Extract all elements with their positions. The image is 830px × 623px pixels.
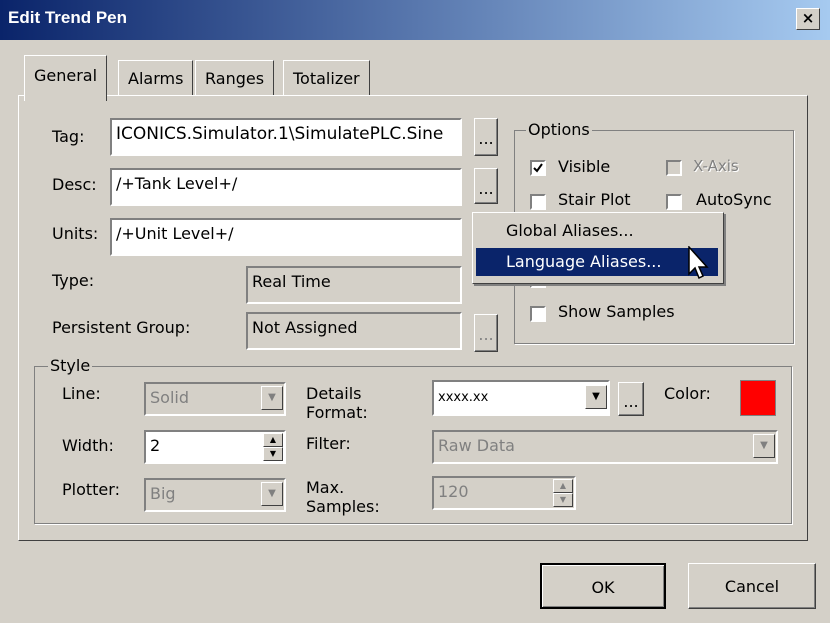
chevron-down-icon[interactable]: ▼ (753, 434, 775, 458)
persistent-group-label: Persistent Group: (52, 318, 191, 337)
filter-label: Filter: (306, 434, 351, 453)
type-label: Type: (52, 271, 95, 290)
desc-field[interactable]: /+Tank Level+/ (110, 168, 462, 206)
desc-browse-button[interactable]: ... (474, 168, 498, 204)
details-format-select[interactable]: xxxx.xx ▼ (432, 380, 610, 416)
menu-item-language-aliases[interactable]: Language Aliases... (476, 248, 718, 276)
line-value: Solid (150, 388, 189, 407)
filter-value: Raw Data (438, 436, 515, 455)
color-label: Color: (664, 384, 711, 403)
tab-general[interactable]: General (24, 55, 108, 101)
persistent-group-field: Not Assigned (246, 312, 462, 350)
width-value: 2 (150, 436, 161, 455)
alias-context-menu: Global Aliases... Language Aliases... (472, 212, 724, 284)
autosync-checkbox[interactable] (666, 194, 682, 210)
persistent-browse-button[interactable]: ... (474, 314, 498, 352)
spin-up-icon[interactable]: ▲ (553, 479, 573, 493)
plotter-select[interactable]: Big ▼ (144, 478, 286, 512)
menu-item-global-aliases[interactable]: Global Aliases... (476, 217, 718, 245)
autosync-label: AutoSync (696, 190, 772, 209)
max-samples-value: 120 (438, 482, 469, 501)
ok-button[interactable]: OK (540, 563, 666, 609)
tag-field[interactable]: ICONICS.Simulator.1\SimulatePLC.Sine (110, 118, 462, 156)
details-format-browse-button[interactable]: ... (618, 382, 644, 416)
checkmark-icon (533, 163, 543, 173)
tab-totalizer[interactable]: Totalizer (283, 60, 370, 96)
desc-label: Desc: (52, 175, 97, 194)
x-axis-label: X-Axis (693, 157, 739, 175)
units-field[interactable]: /+Unit Level+/ (110, 218, 462, 256)
window-title: Edit Trend Pen (8, 8, 128, 27)
visible-checkbox[interactable] (530, 160, 546, 176)
x-axis-checkbox[interactable] (666, 160, 682, 176)
chevron-down-icon[interactable]: ▼ (585, 385, 607, 409)
width-stepper[interactable]: ▲ ▼ (263, 433, 283, 461)
show-samples-checkbox[interactable] (530, 306, 546, 322)
type-field: Real Time (246, 266, 462, 304)
color-swatch[interactable] (740, 380, 776, 416)
filter-select[interactable]: Raw Data ▼ (432, 430, 778, 464)
width-label: Width: (62, 436, 114, 455)
max-samples-spinner[interactable]: 120 ▲ ▼ (432, 476, 576, 510)
stair-plot-checkbox[interactable] (530, 194, 546, 210)
plotter-label: Plotter: (62, 480, 120, 499)
plotter-value: Big (150, 484, 176, 503)
spin-down-icon[interactable]: ▼ (263, 447, 283, 461)
chevron-down-icon[interactable]: ▼ (261, 482, 283, 506)
tab-alarms[interactable]: Alarms (118, 60, 194, 96)
options-legend: Options (526, 120, 592, 139)
details-format-value: xxxx.xx (438, 390, 489, 405)
max-samples-stepper[interactable]: ▲ ▼ (553, 479, 573, 507)
mouse-cursor-icon (688, 246, 709, 280)
details-format-label: Details Format: (306, 384, 368, 422)
chevron-down-icon[interactable]: ▼ (261, 386, 283, 410)
tag-browse-button[interactable]: ... (474, 118, 498, 156)
show-samples-label: Show Samples (558, 302, 675, 321)
line-label: Line: (62, 384, 101, 403)
spin-down-icon[interactable]: ▼ (553, 493, 573, 507)
width-spinner[interactable]: 2 ▲ ▼ (144, 430, 286, 464)
cancel-button[interactable]: Cancel (688, 563, 816, 609)
max-samples-label: Max. Samples: (306, 478, 380, 516)
close-button[interactable]: × (796, 8, 820, 30)
tab-ranges[interactable]: Ranges (195, 60, 275, 96)
line-select[interactable]: Solid ▼ (144, 382, 286, 416)
tag-label: Tag: (52, 127, 85, 146)
spin-up-icon[interactable]: ▲ (263, 433, 283, 447)
visible-label: Visible (558, 157, 611, 176)
style-legend: Style (48, 356, 93, 375)
units-label: Units: (52, 224, 99, 243)
stair-plot-label: Stair Plot (558, 190, 631, 209)
